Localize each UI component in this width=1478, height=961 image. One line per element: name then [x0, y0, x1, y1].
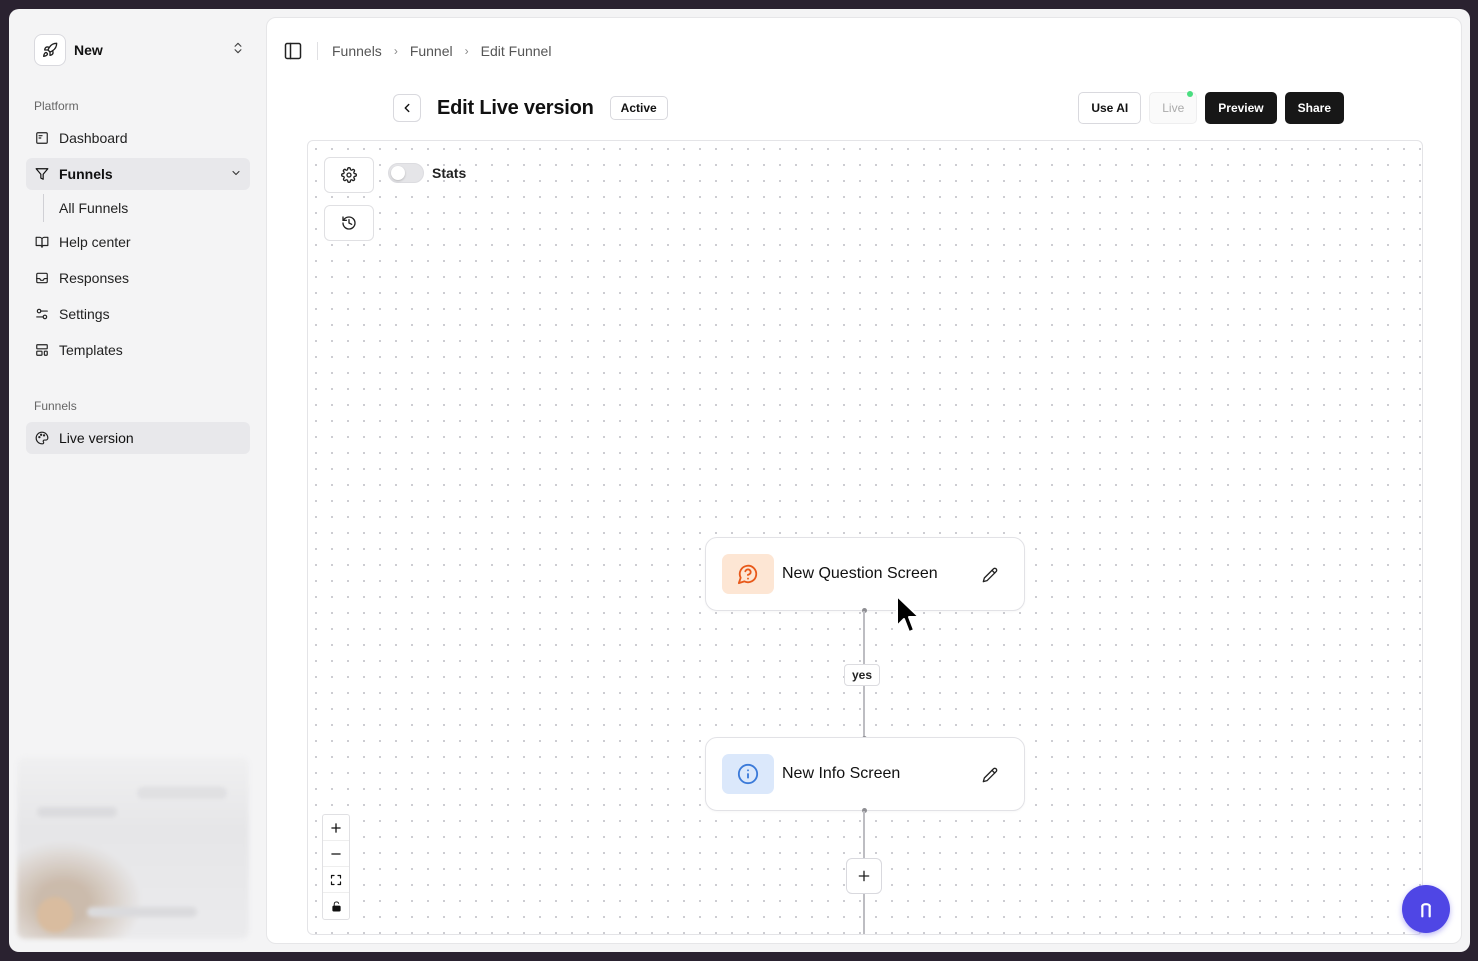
- status-badge: Active: [609, 96, 668, 120]
- zoom-in-button[interactable]: [323, 815, 349, 841]
- breadcrumb-edit-funnel: Edit Funnel: [480, 43, 552, 59]
- node-label: New Question Screen: [782, 565, 938, 582]
- pencil-icon[interactable]: [980, 765, 1000, 785]
- zoom-controls: [322, 814, 350, 920]
- sidebar-item-label: Settings: [59, 306, 110, 322]
- pencil-icon[interactable]: [980, 565, 1000, 585]
- sidebar-item-live-version[interactable]: Live version: [26, 422, 250, 454]
- add-node-button[interactable]: [846, 858, 882, 894]
- canvas-settings-button[interactable]: [324, 157, 374, 193]
- workspace-name: New: [74, 42, 103, 58]
- stats-toggle-group: Stats: [388, 163, 466, 183]
- page-title: Edit Live version: [437, 96, 594, 119]
- panel-left-icon[interactable]: [283, 41, 303, 61]
- funnels-section-label: Funnels: [34, 399, 77, 413]
- node-label: New Info Screen: [782, 765, 901, 782]
- minus-icon: [331, 852, 341, 855]
- layout-template-icon: [35, 343, 49, 357]
- live-button-label: Live: [1162, 101, 1185, 115]
- gear-icon: [341, 167, 357, 183]
- mouse-cursor-icon: [895, 594, 925, 641]
- chevrons-up-down-icon: [231, 41, 245, 60]
- live-status-dot: [1187, 91, 1194, 97]
- chevron-down-icon: [230, 166, 242, 182]
- chevron-right-icon: ›: [464, 44, 469, 58]
- use-ai-button[interactable]: Use AI: [1078, 92, 1142, 124]
- sidebar-item-label: Responses: [59, 270, 130, 286]
- zoom-out-button[interactable]: [323, 841, 349, 867]
- breadcrumb-funnel[interactable]: Funnel: [410, 43, 453, 59]
- back-button[interactable]: [393, 94, 421, 122]
- sidebar-item-label: Templates: [59, 342, 123, 358]
- page-header: Edit Live version Active Use AI Live Pre…: [393, 91, 1344, 124]
- chevron-left-icon: [404, 103, 410, 113]
- chevron-right-icon: ›: [393, 44, 398, 58]
- stats-label: Stats: [432, 165, 467, 181]
- info-icon: [722, 754, 774, 794]
- sidebar-item-funnels[interactable]: Funnels: [26, 158, 250, 190]
- palette-icon: [35, 431, 49, 445]
- dashboard-icon: [35, 131, 49, 145]
- lock-button[interactable]: [323, 893, 349, 919]
- sidebar-item-all-funnels[interactable]: All Funnels: [43, 194, 250, 222]
- breadcrumb: Funnels › Funnel › Edit Funnel: [283, 38, 551, 64]
- funnels-nav: Live version: [26, 422, 250, 458]
- lock-icon: [331, 900, 341, 912]
- rocket-icon: [34, 34, 66, 66]
- history-button[interactable]: [324, 205, 374, 241]
- plus-icon: [331, 822, 341, 833]
- maximize-icon: [330, 874, 342, 885]
- inbox-icon: [35, 271, 49, 285]
- sidebar-item-responses[interactable]: Responses: [26, 262, 250, 294]
- sidebar-item-settings[interactable]: Settings: [26, 298, 250, 330]
- preview-button[interactable]: Preview: [1205, 92, 1277, 124]
- plus-icon: [858, 870, 870, 882]
- flow-canvas[interactable]: Stats New Question Screen yes New Info S…: [307, 140, 1423, 935]
- question-bubble-icon: [722, 554, 774, 594]
- app-window: New Platform Dashboard Funnels All Funne…: [9, 9, 1470, 952]
- sliders-icon: [35, 307, 49, 321]
- assistant-fab-button[interactable]: [1402, 885, 1450, 933]
- share-button[interactable]: Share: [1284, 92, 1344, 124]
- breadcrumb-funnels[interactable]: Funnels: [332, 43, 382, 59]
- header-actions: Use AI Live Preview Share: [1078, 91, 1344, 124]
- sidebar-item-templates[interactable]: Templates: [26, 334, 250, 366]
- sidebar-item-dashboard[interactable]: Dashboard: [26, 122, 250, 154]
- workspace-switcher[interactable]: New: [34, 33, 249, 67]
- fit-view-button[interactable]: [323, 867, 349, 893]
- platform-nav: Dashboard Funnels All Funnels Help cente…: [26, 122, 250, 370]
- filter-icon: [35, 167, 49, 181]
- flow-node-question[interactable]: New Question Screen: [705, 537, 1025, 611]
- user-profile-blurred: [17, 757, 249, 939]
- sidebar-item-label: Live version: [59, 430, 134, 446]
- sidebar-item-label: Help center: [59, 234, 131, 250]
- flow-node-info[interactable]: New Info Screen: [705, 737, 1025, 811]
- sidebar-item-help-center[interactable]: Help center: [26, 226, 250, 258]
- history-icon: [342, 216, 356, 230]
- sidebar: New Platform Dashboard Funnels All Funne…: [9, 9, 265, 952]
- divider: [317, 42, 318, 60]
- sidebar-item-label: Dashboard: [59, 130, 128, 146]
- stats-toggle[interactable]: [388, 163, 424, 183]
- platform-section-label: Platform: [34, 99, 79, 113]
- sidebar-item-label: Funnels: [59, 166, 113, 182]
- main-panel: Funnels › Funnel › Edit Funnel Edit Live…: [266, 17, 1462, 944]
- assistant-icon: [1421, 903, 1431, 918]
- live-button[interactable]: Live: [1149, 91, 1198, 124]
- book-open-icon: [35, 235, 49, 249]
- edge-label[interactable]: yes: [844, 664, 881, 686]
